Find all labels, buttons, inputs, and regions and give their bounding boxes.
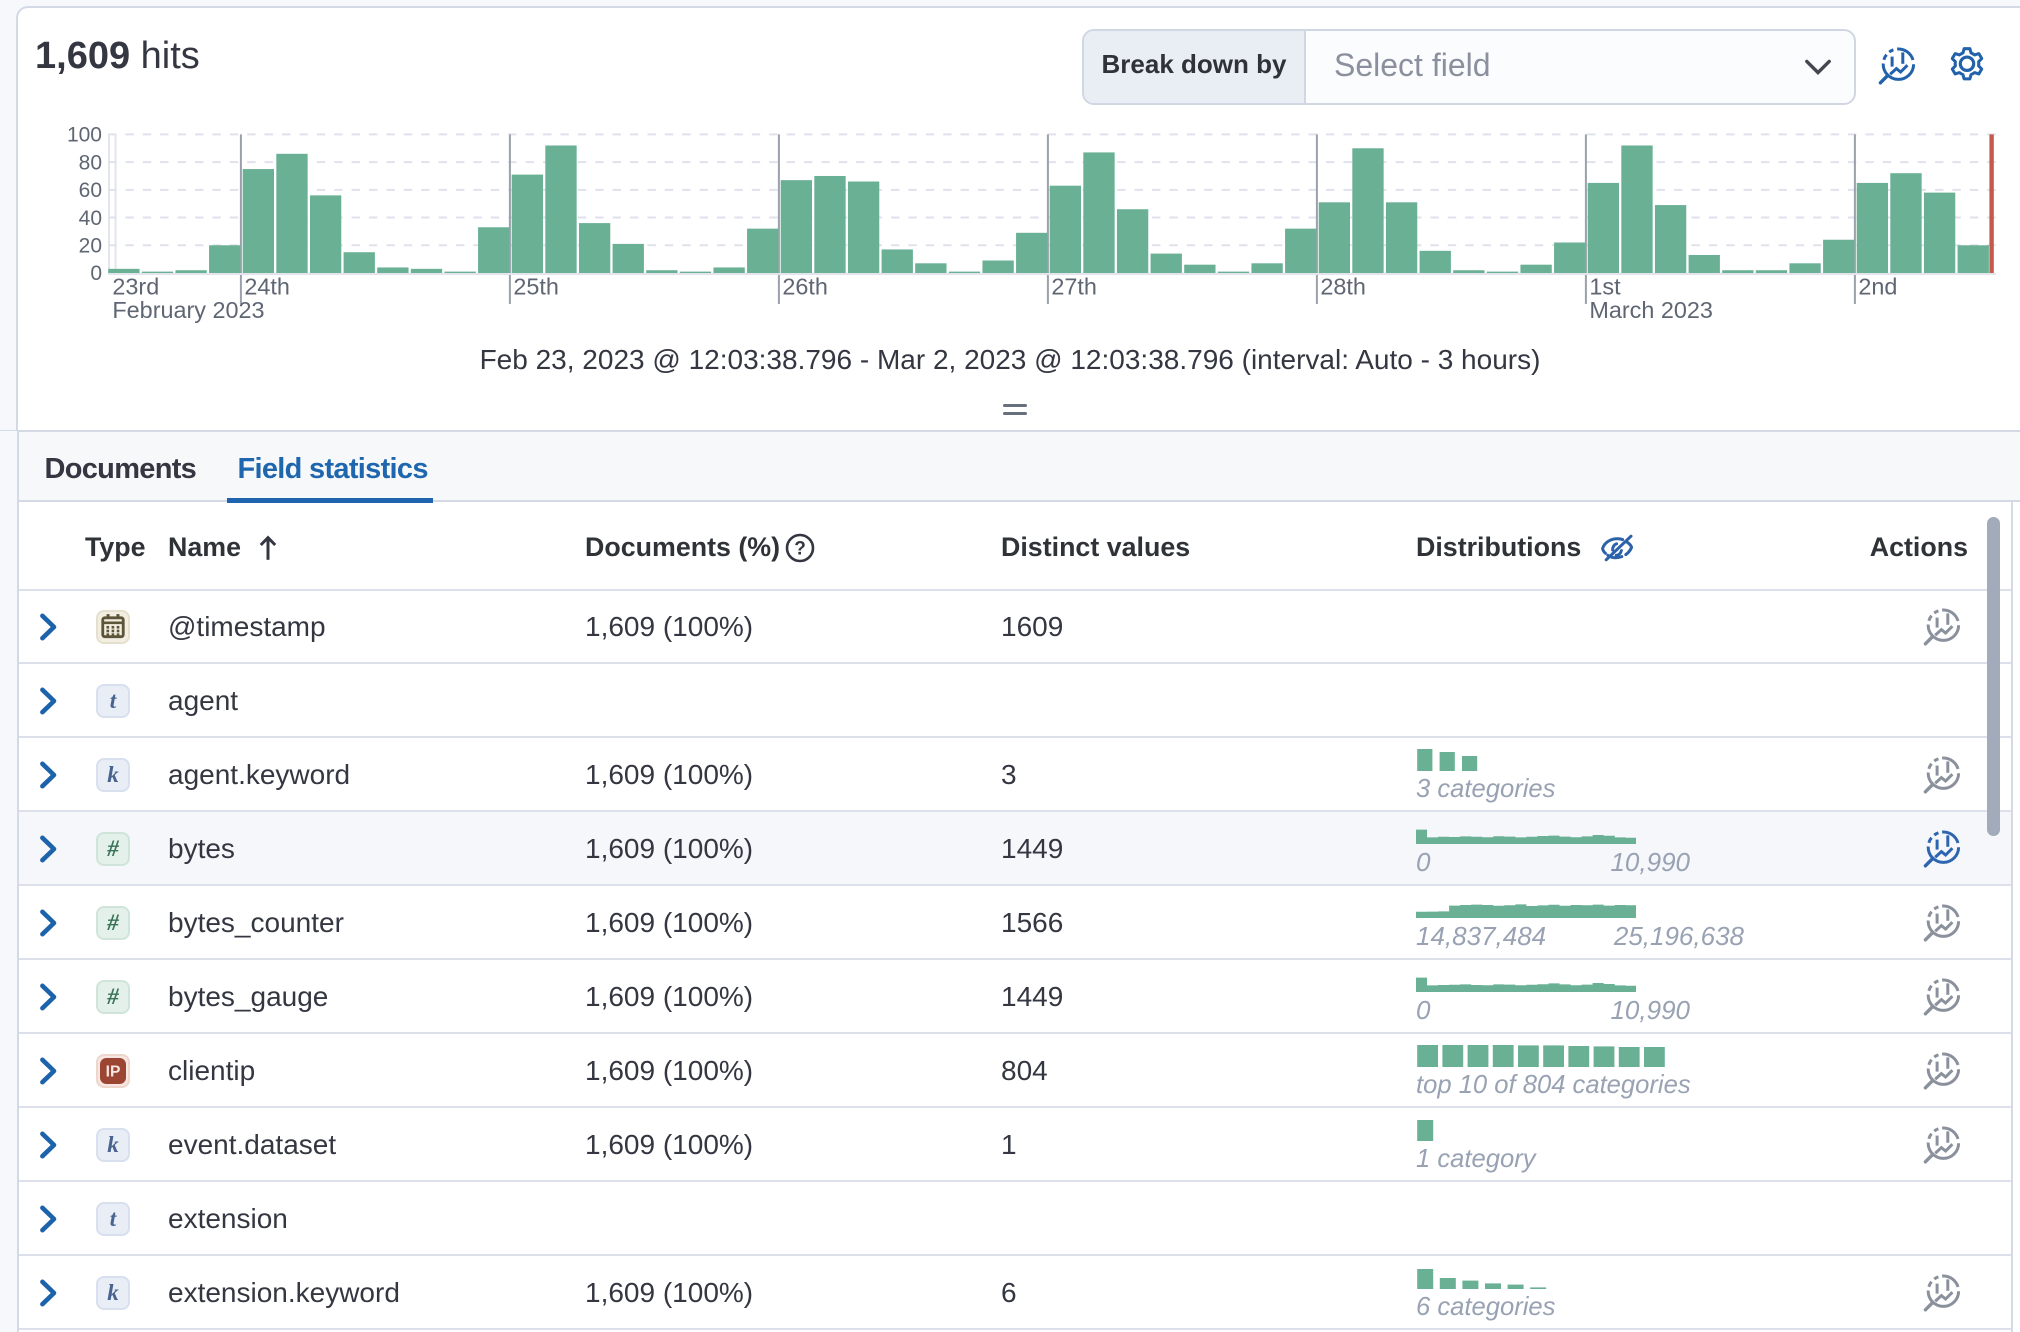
svg-text:23rd: 23rd [112,273,159,299]
svg-text:March 2023: March 2023 [1589,297,1713,323]
svg-text:?: ? [794,538,806,559]
svg-text:24th: 24th [244,273,290,299]
svg-text:26th: 26th [782,273,828,299]
svg-text:80: 80 [79,151,102,174]
svg-text:1st: 1st [1589,273,1621,299]
svg-text:February 2023: February 2023 [112,297,264,323]
svg-text:25th: 25th [513,273,559,299]
svg-text:60: 60 [79,179,102,202]
svg-text:27th: 27th [1051,273,1097,299]
svg-text:0: 0 [90,262,102,285]
svg-text:28th: 28th [1320,273,1366,299]
svg-text:20: 20 [79,234,102,257]
svg-text:2nd: 2nd [1858,273,1897,299]
svg-text:IP: IP [106,1064,121,1081]
svg-text:100: 100 [67,124,102,147]
svg-text:40: 40 [79,207,102,230]
